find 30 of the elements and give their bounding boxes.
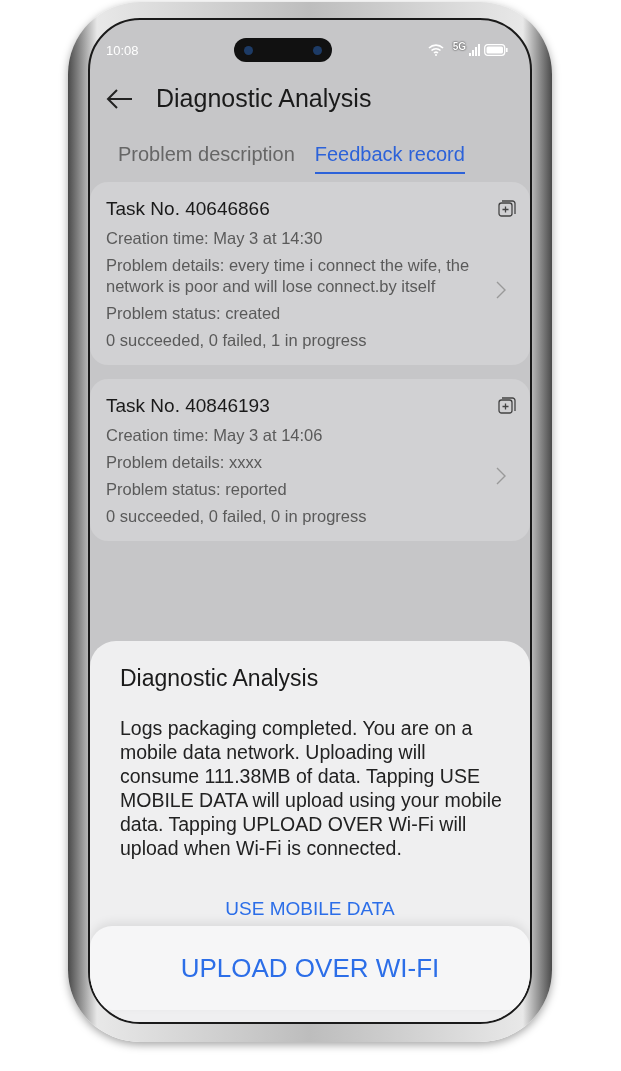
chevron-right-icon xyxy=(496,467,506,485)
tab[interactable]: Problem description xyxy=(118,143,295,174)
upload-wifi-button[interactable]: UPLOAD OVER WI-FI xyxy=(90,926,530,1010)
task-card[interactable]: Task No. 40846193 Creation time: May 3 at 14:06 Problem details: xxxx Problem status: reported 0 succeeded, 0 failed, 0 in progress xyxy=(90,379,530,541)
task-title: Task No. 40846193 xyxy=(106,395,270,417)
dialog-message: Logs packaging completed. You are on a mobile data network. Uploading will consume 111.38MB of data. Tapping USE MOBILE DATA will upload using your mobile data. Tapping UPLOAD OVER Wi-Fi will upload when Wi-Fi is connected. xyxy=(119,716,503,860)
task-detail: Problem status: reported xyxy=(106,479,288,500)
use-mobile-data-button[interactable]: USE MOBILE DATA xyxy=(225,898,395,920)
task-detail: Problem details: every time i connect the wife, the network is poor and will lose connect.by itself xyxy=(106,255,471,297)
task-detail: Problem details: xxxx xyxy=(106,452,263,473)
wifi-icon xyxy=(427,44,444,56)
task-detail: Problem status: created xyxy=(106,303,282,324)
dialog-title: Diagnostic Analysis xyxy=(119,665,320,692)
battery-icon xyxy=(484,44,508,56)
back-arrow-icon[interactable] xyxy=(106,87,134,110)
page-title: Diagnostic Analysis xyxy=(156,84,372,113)
task-detail: Creation time: May 3 at 14:06 xyxy=(106,425,324,446)
task-detail: Creation time: May 3 at 14:30 xyxy=(106,228,324,249)
status-time: 10:08 xyxy=(106,42,139,58)
task-detail: 0 succeeded, 0 failed, 1 in progress xyxy=(106,330,368,351)
chevron-right-icon xyxy=(496,280,506,299)
copy-icon[interactable] xyxy=(498,397,516,415)
copy-icon[interactable] xyxy=(498,200,516,218)
task-title: Task No. 40646866 xyxy=(106,198,270,220)
network-type: 5G xyxy=(452,41,466,52)
task-detail: 0 succeeded, 0 failed, 0 in progress xyxy=(106,506,368,527)
camera-cutout-icon xyxy=(234,38,333,62)
signal-icon xyxy=(469,44,481,56)
task-card[interactable] xyxy=(90,182,530,365)
tab[interactable]: Feedback record xyxy=(314,143,465,174)
